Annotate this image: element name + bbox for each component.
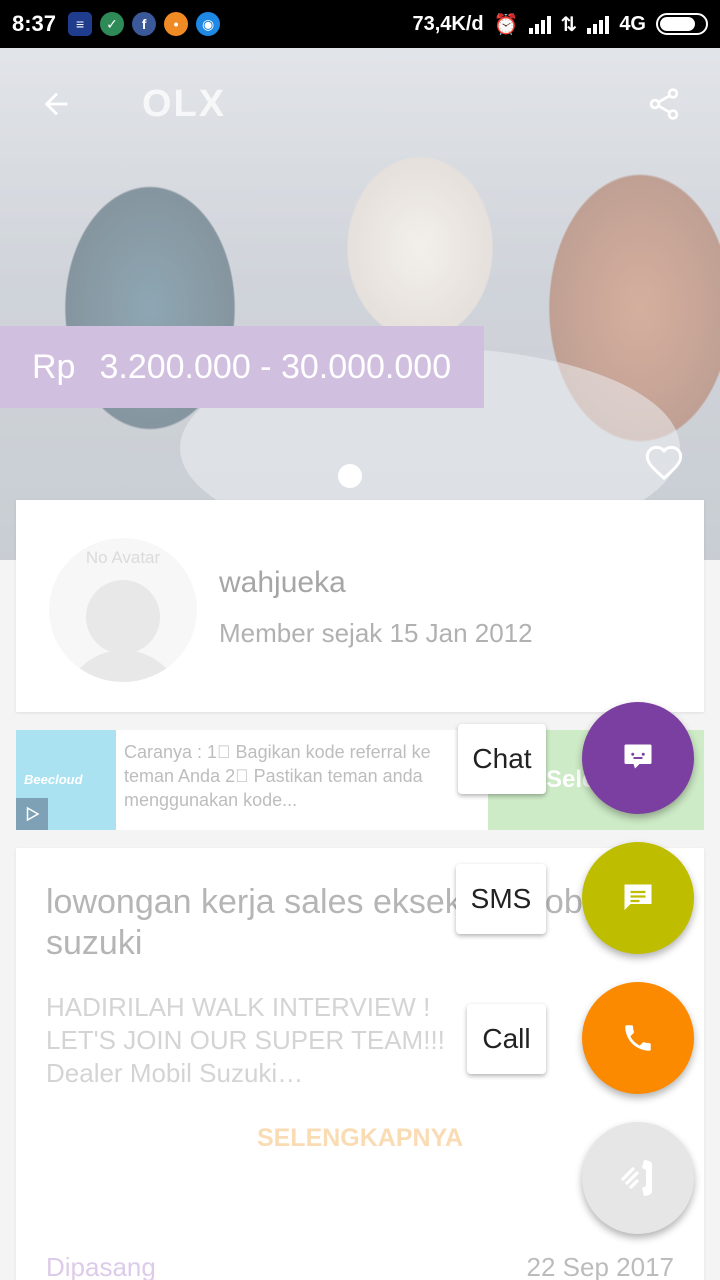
network-type: 4G	[619, 12, 646, 35]
app-bar: OLX	[0, 48, 720, 160]
call-label[interactable]: Call	[467, 1004, 546, 1074]
seller-card[interactable]: No Avatar wahjueka Member sejak 15 Jan 2…	[16, 500, 704, 712]
data-transfer-icon: ⇅	[560, 13, 578, 36]
ad-image: Beecloud	[16, 730, 116, 830]
status-right: 73,4K/d ⏰ ⇅ 4G	[412, 12, 708, 37]
alarm-icon: ⏰	[493, 13, 519, 36]
chat-notification-icon: •	[164, 12, 189, 36]
back-arrow-icon[interactable]	[30, 78, 82, 130]
signal-icon	[528, 14, 551, 34]
close-call-icon	[620, 1160, 652, 1196]
posted-date: 22 Sep 2017	[526, 1252, 674, 1280]
listing-description: HADIRILAH WALK INTERVIEW ! LET'S JOIN OU…	[46, 992, 445, 1088]
call-button[interactable]	[582, 982, 694, 1094]
message-icon	[624, 744, 652, 769]
chat-label[interactable]: Chat	[458, 724, 546, 794]
sms-icon	[624, 884, 652, 910]
signal-icon-2	[587, 14, 610, 34]
price-tag: Rp 3.200.000 - 30.000.000	[0, 326, 484, 408]
close-contact-button[interactable]	[582, 1122, 694, 1234]
sms-button[interactable]	[582, 842, 694, 954]
shield-notification-icon: ✓	[100, 12, 125, 36]
status-bar: 8:37 ≡ ✓ f • ◉ 73,4K/d ⏰ ⇅ 4G	[0, 0, 720, 48]
bbm-notification-icon: ≡	[68, 12, 93, 36]
app-logo: OLX	[142, 82, 227, 125]
share-icon[interactable]	[638, 78, 690, 130]
avatar-placeholder-text: No Avatar	[85, 548, 161, 567]
seller-member-since: Member sejak 15 Jan 2012	[219, 618, 533, 648]
posted-label: Dipasang	[46, 1252, 156, 1280]
sms-label[interactable]: SMS	[456, 864, 546, 934]
status-time: 8:37	[12, 11, 57, 36]
facebook-notification-icon: f	[132, 12, 157, 36]
net-speed: 73,4K/d	[412, 12, 484, 35]
ad-text: Caranya : 1⃣ Bagikan kode referral ke te…	[124, 742, 431, 810]
battery-icon	[656, 13, 708, 35]
photo-page-indicator	[338, 464, 362, 488]
heart-icon[interactable]	[640, 440, 688, 488]
chat-button[interactable]	[582, 702, 694, 814]
phone-icon	[625, 1025, 651, 1051]
ad-brand: Beecloud	[24, 772, 83, 787]
wifi-notification-icon: ◉	[196, 12, 221, 36]
price-range: 3.200.000 - 30.000.000	[99, 347, 452, 386]
avatar: No Avatar	[49, 538, 197, 682]
price-currency: Rp	[32, 347, 76, 386]
ad-play-icon	[16, 798, 48, 830]
seller-name: wahjueka	[219, 566, 346, 599]
